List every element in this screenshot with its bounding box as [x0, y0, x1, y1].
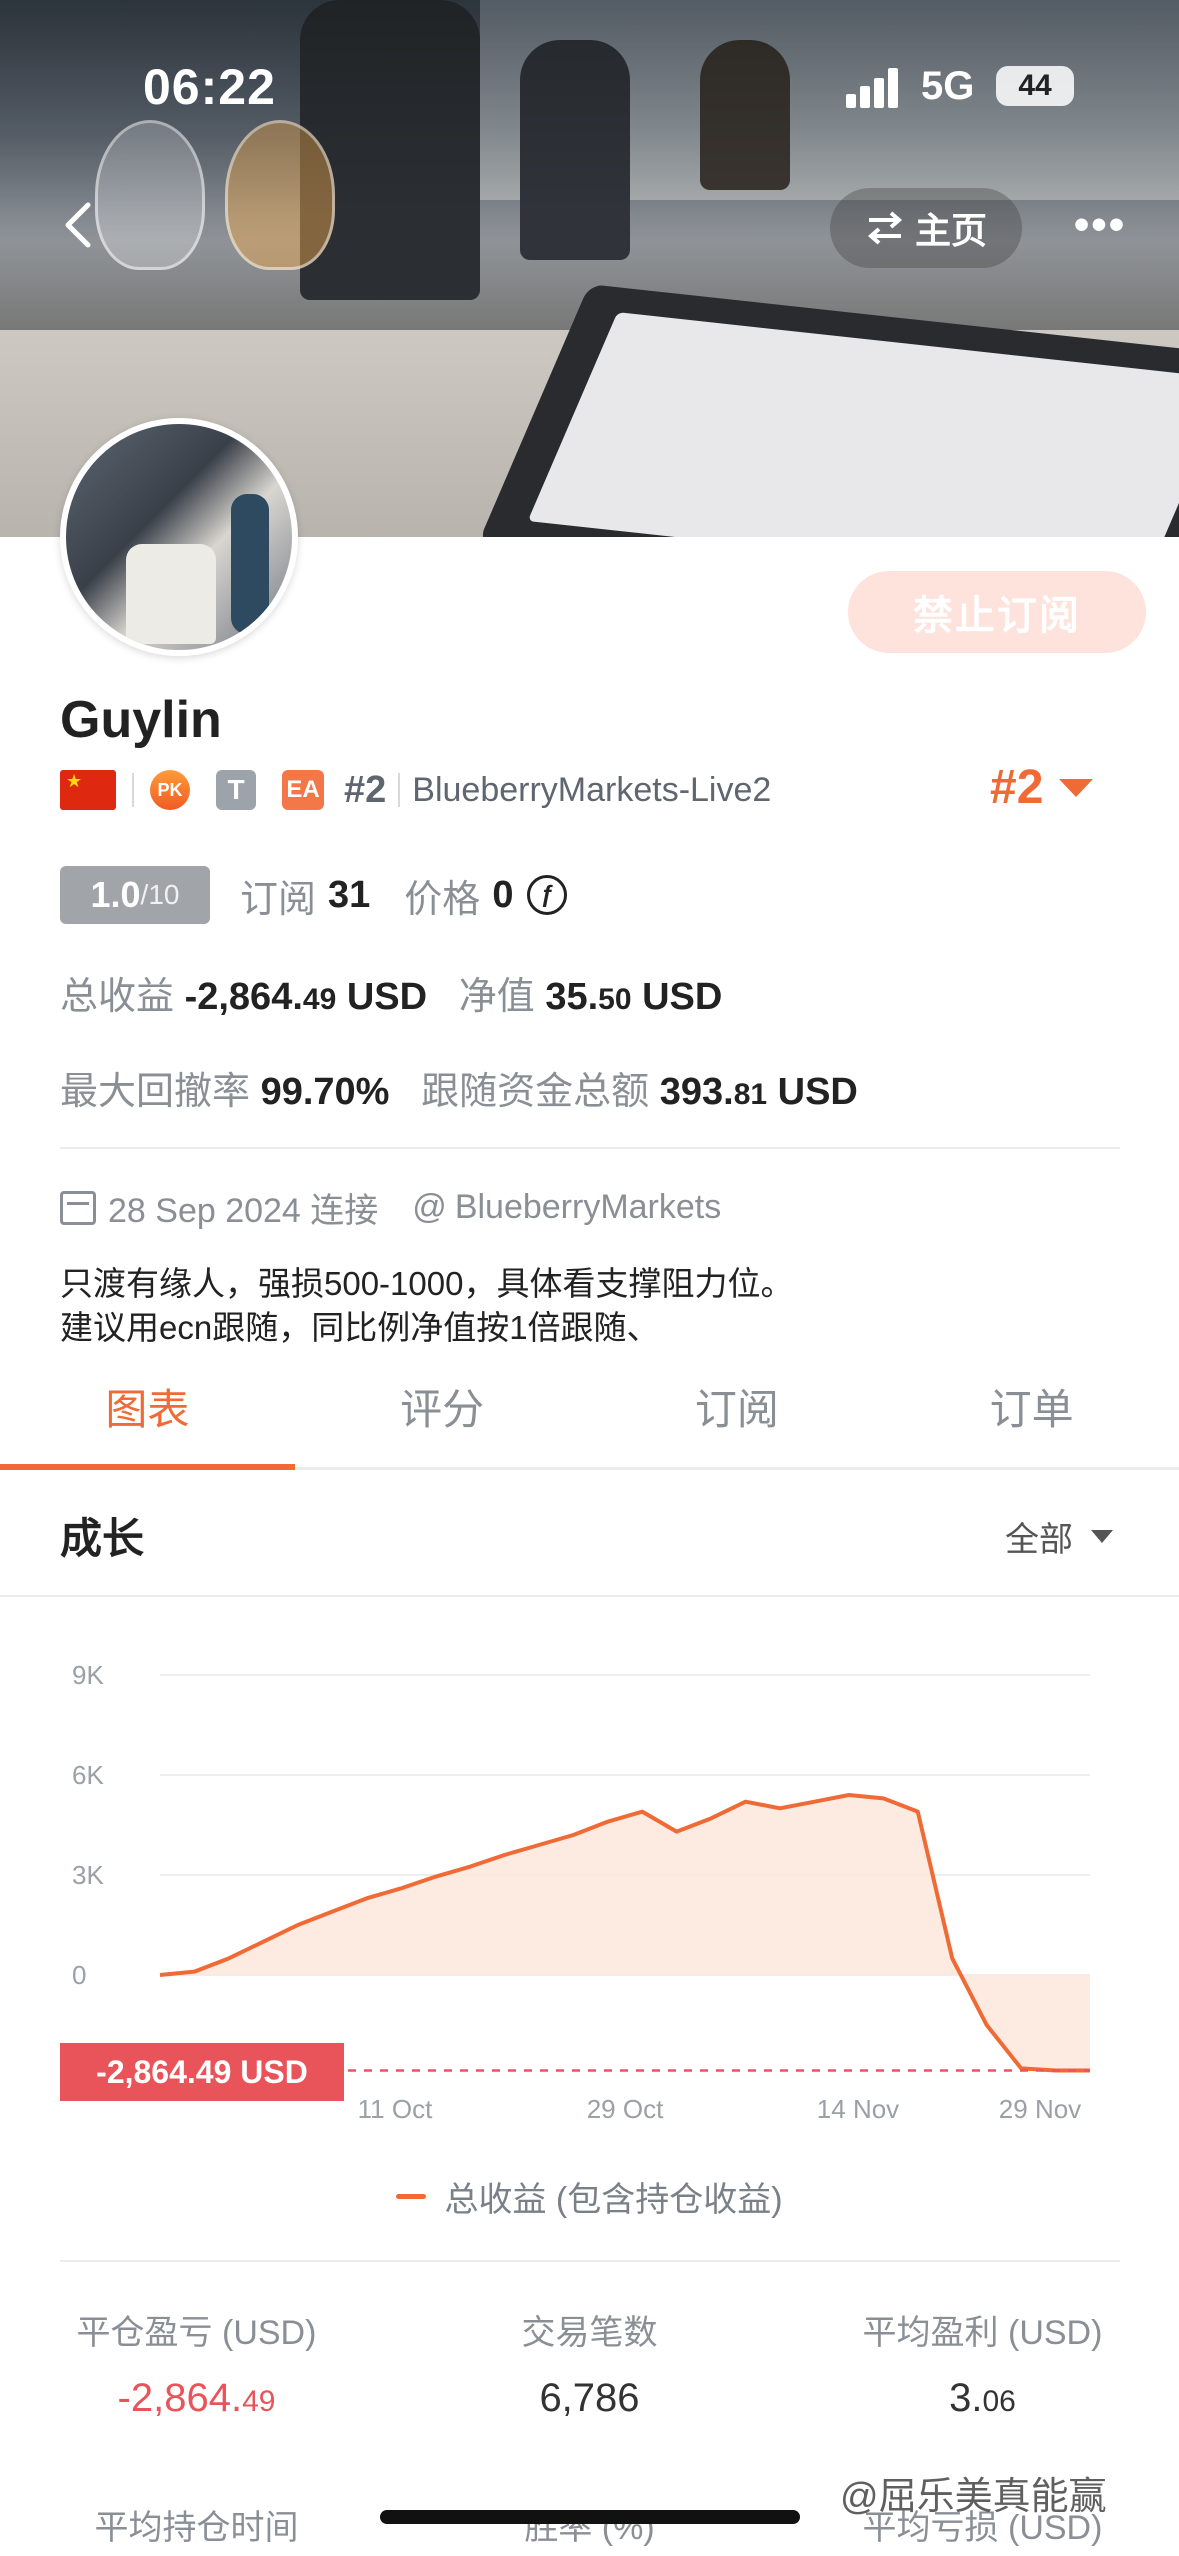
tab-bar: 图表 评分 订阅 订单	[0, 1360, 1179, 1470]
metric-avg-hold-time: 平均持仓时间	[94, 2509, 299, 2547]
growth-title: 成长	[60, 1515, 145, 1562]
metric-closed-pnl: 平仓盈亏 (USD) -2,864.49	[76, 2314, 317, 2420]
chevron-left-icon	[65, 202, 91, 248]
y-tick-label: 3K	[72, 1860, 104, 1890]
y-tick-label: 0	[72, 1960, 86, 1990]
caret-down-icon	[1091, 1530, 1113, 1543]
coin-icon: ƒ	[527, 875, 568, 915]
metric-trade-count: 交易笔数 6,786	[521, 2314, 658, 2420]
at-icon: @	[412, 1188, 447, 1226]
legend-swatch	[396, 2194, 427, 2199]
score-row: 1.0/10 订阅 31 价格 0 ƒ	[60, 865, 568, 925]
china-flag-icon	[60, 770, 116, 810]
metric-avg-profit: 平均盈利 (USD) 3.06	[862, 2314, 1103, 2420]
rank-big-label: #2	[990, 761, 1044, 814]
equity: 35.50 USD	[545, 976, 723, 1018]
current-value-tag: -2,864.49 USD	[60, 2043, 344, 2101]
home-indicator[interactable]	[380, 2510, 800, 2524]
home-label: 主页	[914, 210, 987, 251]
total-profit: -2,864.49 USD	[184, 976, 428, 1018]
trader-name: Guylin	[60, 691, 222, 749]
divider	[60, 1147, 1120, 1149]
signal-icon	[846, 66, 906, 108]
metric-win-rate: 胜率 (%)	[524, 2509, 655, 2547]
price-label: 价格	[404, 878, 481, 921]
y-tick-label: 6K	[72, 1760, 104, 1790]
metrics-row: 平仓盈亏 (USD) -2,864.49 交易笔数 6,786 平均盈利 (US…	[0, 2305, 1179, 2421]
divider	[60, 2260, 1120, 2262]
account-info: 28 Sep 2024 连接 @ BlueberryMarkets	[60, 1183, 721, 1232]
area-fill	[160, 1795, 1090, 2071]
tab-rating[interactable]: 评分	[295, 1360, 590, 1467]
trader-tags: PK T EA #2 BlueberryMarkets-Live2	[60, 760, 771, 820]
ea-badge[interactable]: EA	[282, 770, 324, 810]
subscribe-count-label: 订阅	[240, 878, 317, 921]
follow-funds: 393.81 USD	[659, 1071, 858, 1113]
tab-orders[interactable]: 订单	[884, 1360, 1179, 1467]
pk-fire-icon[interactable]: PK	[150, 770, 190, 810]
more-button[interactable]: •••	[1070, 203, 1130, 247]
tab-chart[interactable]: 图表	[0, 1360, 295, 1470]
max-drawdown: 99.70%	[260, 1071, 390, 1113]
network-type: 5G	[921, 64, 975, 108]
calendar-icon	[60, 1190, 96, 1225]
chart-legend[interactable]: 总收益 (包含持仓收益)	[0, 2172, 1179, 2221]
battery-icon: 44	[996, 66, 1074, 106]
y-tick-label: 9K	[72, 1660, 104, 1690]
range-selector[interactable]: 全部	[1005, 1512, 1113, 1561]
price-value: 0	[492, 873, 514, 916]
divider	[0, 1595, 1179, 1597]
subscribe-count: 31	[328, 873, 371, 916]
x-tick-label: 29 Oct	[587, 2094, 664, 2124]
back-button[interactable]	[50, 195, 110, 255]
description: 只渡有缘人，强损500-1000，具体看支撑阻力位。 建议用ecn跟随，同比例净…	[60, 1265, 794, 1346]
status-time: 06:22	[143, 59, 276, 115]
rank-dropdown[interactable]: #2	[990, 760, 1094, 815]
drawdown-row: 最大回撤率 99.70% 跟随资金总额 393.81 USD	[60, 1071, 858, 1113]
legend-label: 总收益 (包含持仓收益)	[444, 2181, 783, 2219]
subscribe-button[interactable]: 禁止订阅	[848, 571, 1146, 653]
watermark: @屈乐美真能赢	[840, 2476, 1107, 2518]
broker-name[interactable]: BlueberryMarkets	[455, 1188, 721, 1227]
avatar[interactable]	[60, 418, 298, 656]
connected-date: 28 Sep 2024 连接	[108, 1192, 379, 1230]
swap-icon	[867, 211, 903, 245]
profit-row: 总收益 -2,864.49 USD 净值 35.50 USD	[60, 976, 723, 1018]
caret-down-icon	[1059, 778, 1094, 797]
t-badge[interactable]: T	[216, 770, 256, 810]
x-tick-label: 11 Oct	[358, 2094, 433, 2124]
x-tick-label: 29 Nov	[999, 2094, 1081, 2124]
x-tick-label: 14 Nov	[817, 2094, 899, 2124]
broker-account: BlueberryMarkets-Live2	[412, 770, 772, 809]
home-button[interactable]: 主页	[830, 188, 1022, 268]
tab-subscription[interactable]: 订阅	[590, 1360, 885, 1467]
score-badge: 1.0/10	[60, 866, 210, 924]
rank-small: #2	[344, 768, 387, 811]
